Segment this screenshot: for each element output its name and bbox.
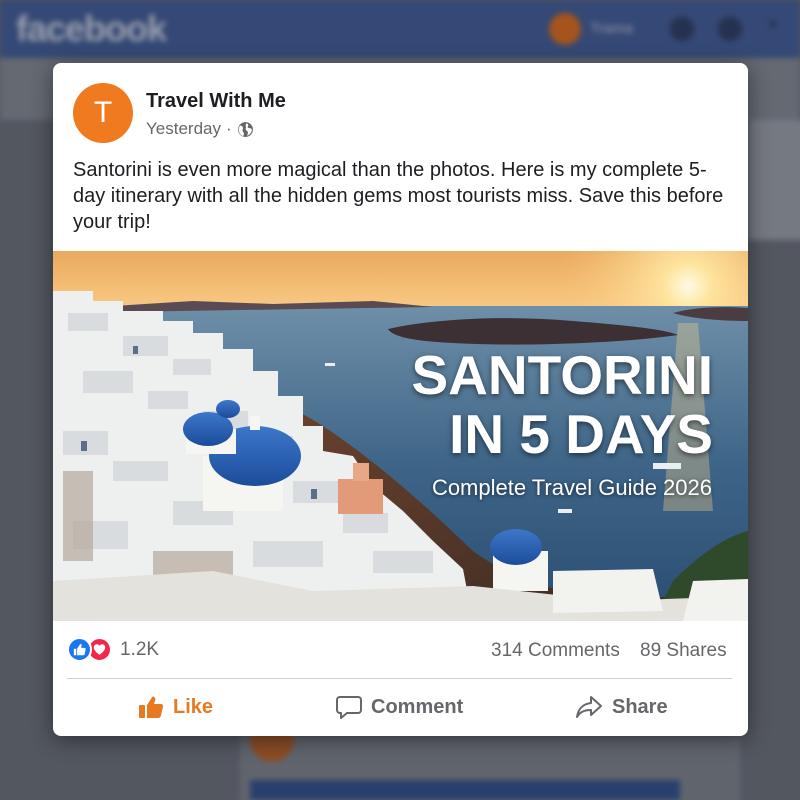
image-title-line1: SANTORINI xyxy=(411,344,713,406)
image-title-line2: IN 5 DAYS xyxy=(449,403,713,465)
share-button[interactable]: Share xyxy=(575,689,668,725)
actions-divider xyxy=(67,678,732,679)
share-label: Share xyxy=(612,695,668,718)
post-stats: 1.2K 314 Comments 89 Shares xyxy=(67,636,732,664)
post-image[interactable]: SANTORINI IN 5 DAYS Complete Travel Guid… xyxy=(53,251,748,621)
post-meta: Yesterday · xyxy=(146,119,254,139)
comment-icon xyxy=(336,696,362,719)
avatar-letter: T xyxy=(93,96,113,129)
author-name[interactable]: Travel With Me xyxy=(146,90,286,113)
thumbs-up-icon xyxy=(139,696,164,718)
post-text: Santorini is even more magical than the … xyxy=(73,159,724,233)
like-reaction-icon xyxy=(67,637,92,662)
author-avatar[interactable]: T xyxy=(73,83,133,143)
comment-button[interactable]: Comment xyxy=(336,689,463,725)
shares-count[interactable]: 89 Shares xyxy=(640,640,727,662)
post-card: T Travel With Me Yesterday · Santorini i… xyxy=(53,63,748,736)
globe-icon[interactable] xyxy=(237,121,254,138)
reactions-summary[interactable]: 1.2K xyxy=(67,637,159,662)
reactions-count: 1.2K xyxy=(120,638,160,660)
like-label: Like xyxy=(173,695,214,718)
post-timestamp[interactable]: Yesterday xyxy=(146,119,221,139)
image-title: SANTORINI IN 5 DAYS xyxy=(411,346,713,464)
share-arrow-icon xyxy=(576,696,602,718)
comment-label: Comment xyxy=(371,695,464,718)
like-button[interactable]: Like xyxy=(138,689,213,725)
meta-separator: · xyxy=(225,119,232,138)
image-subtitle: Complete Travel Guide 2026 xyxy=(431,475,712,500)
comments-count[interactable]: 314 Comments xyxy=(491,640,620,662)
